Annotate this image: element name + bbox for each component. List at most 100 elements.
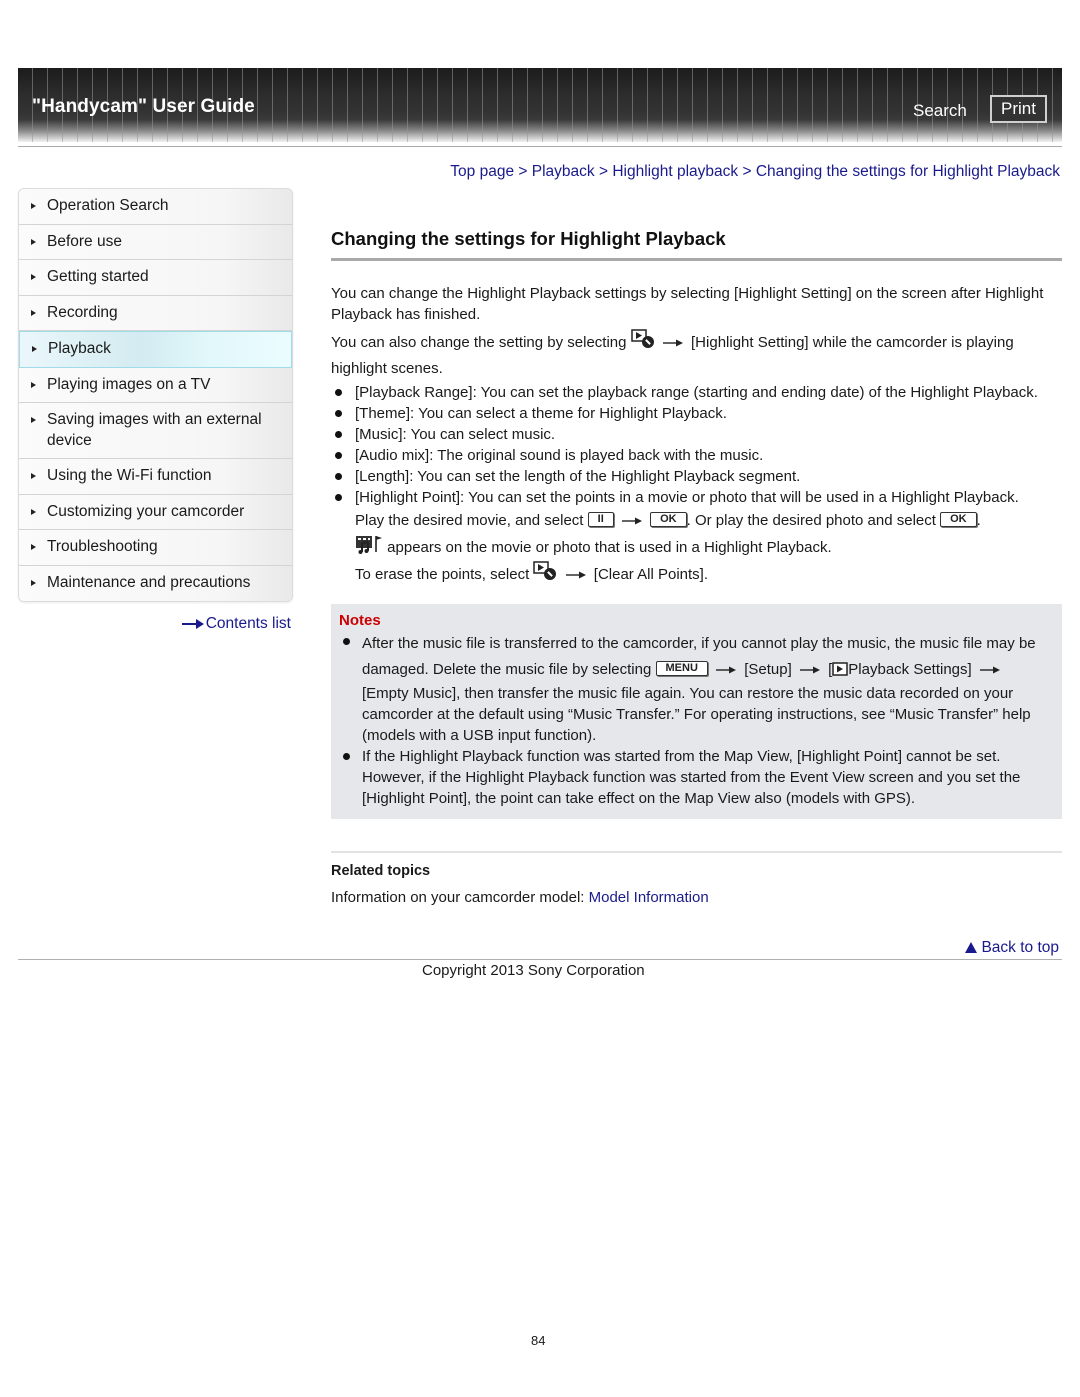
breadcrumb-top-page[interactable]: Top page — [450, 163, 514, 180]
sidebar-item-getting-started[interactable]: Getting started — [19, 260, 292, 296]
list-item-text: [Theme]: You can select a theme for High… — [355, 405, 727, 422]
list-item-text: [Music]: You can select music. — [355, 426, 556, 443]
list-item: [Theme]: You can select a theme for High… — [331, 403, 1062, 424]
step-text: . Or play the desired photo and select — [686, 512, 936, 529]
highlight-point-step-1: Play the desired movie, and select II OK… — [355, 508, 1062, 534]
back-to-top-label: Back to top — [981, 939, 1059, 956]
arrow-right-icon — [181, 618, 204, 629]
step-text: To erase the points, select — [355, 566, 530, 583]
breadcrumb-playback[interactable]: Playback — [532, 163, 595, 180]
sidebar-item-playback[interactable]: Playback — [19, 331, 292, 368]
page-title: Changing the settings for Highlight Play… — [331, 228, 726, 249]
list-item: [Highlight Point]: You can set the point… — [331, 487, 1062, 588]
sidebar-item-label: Customizing your camcorder — [47, 502, 245, 520]
back-to-top-link[interactable]: Back to top — [965, 939, 1059, 957]
sidebar-item-troubleshooting[interactable]: Troubleshooting — [19, 530, 292, 566]
list-item: [Music]: You can select music. — [331, 424, 1062, 445]
bullet-icon — [335, 473, 342, 480]
intro-paragraph-2: You can also change the setting by selec… — [331, 329, 1062, 382]
breadcrumb-separator: > — [598, 163, 609, 180]
related-topic-item: Information on your camcorder model: Mod… — [331, 887, 1062, 908]
triangle-right-icon — [31, 381, 36, 388]
pause-button-icon: II — [587, 512, 614, 527]
highlight-point-icon — [356, 536, 382, 554]
model-information-link[interactable]: Model Information — [589, 889, 709, 906]
note-item: If the Highlight Playback function was s… — [339, 746, 1054, 809]
related-prefix: Information on your camcorder model: — [331, 889, 585, 906]
sidebar-item-recording[interactable]: Recording — [19, 295, 292, 331]
list-item: [Length]: You can set the length of the … — [331, 466, 1062, 487]
playback-settings-icon — [533, 561, 557, 580]
list-item-text: [Audio mix]: The original sound is playe… — [355, 447, 764, 464]
note-text: Playback Settings] — [848, 661, 972, 678]
sidebar-item-before-use[interactable]: Before use — [19, 224, 292, 260]
list-item: [Audio mix]: The original sound is playe… — [331, 445, 1062, 466]
sidebar-item-label: Getting started — [47, 268, 149, 285]
step-text: . — [976, 512, 981, 529]
settings-list: [Playback Range]: You can set the playba… — [331, 382, 1062, 588]
ok-button-icon: OK — [940, 512, 977, 527]
triangle-up-icon — [965, 942, 978, 953]
header-banner: "Handycam" User Guide Search Print — [18, 68, 1062, 142]
bullet-icon — [343, 753, 350, 760]
footer-divider — [18, 959, 1062, 960]
right-arrow-icon — [662, 339, 683, 347]
header-divider — [18, 146, 1062, 147]
notes-box: Notes After the music file is transferre… — [331, 604, 1062, 819]
sidebar-item-playing-images-tv[interactable]: Playing images on a TV — [19, 367, 292, 403]
notes-title: Notes — [339, 612, 381, 629]
list-item-text: [Length]: You can set the length of the … — [355, 468, 801, 485]
triangle-right-icon — [31, 579, 36, 586]
note-item: After the music file is transferred to t… — [339, 631, 1054, 746]
contents-list-link[interactable]: Contents list — [181, 615, 291, 633]
sidebar-item-operation-search[interactable]: Operation Search — [19, 189, 292, 225]
sidebar-item-saving-images[interactable]: Saving images with an external device — [19, 403, 292, 459]
bullet-icon — [335, 494, 342, 501]
ok-button-icon: OK — [650, 512, 687, 527]
intro-paragraph: You can change the Highlight Playback se… — [331, 285, 1044, 323]
step-text: [Clear All Points]. — [593, 566, 708, 583]
right-arrow-icon — [716, 666, 737, 674]
right-arrow-icon — [979, 666, 1000, 674]
sidebar-item-label: Playing images on a TV — [47, 375, 211, 393]
bullet-icon — [343, 638, 350, 645]
list-item-text: [Playback Range]: You can set the playba… — [355, 384, 1038, 401]
sidebar-item-wifi[interactable]: Using the Wi-Fi function — [19, 459, 292, 495]
triangle-right-icon — [31, 309, 36, 316]
sidebar-item-label: Saving images with an external device — [47, 411, 262, 449]
sidebar-item-maintenance[interactable]: Maintenance and precautions — [19, 565, 292, 601]
triangle-right-icon — [31, 508, 36, 515]
related-topics-title: Related topics — [331, 863, 431, 879]
sidebar-item-label: Recording — [47, 303, 118, 321]
triangle-right-icon — [31, 203, 36, 209]
menu-button-icon: MENU — [655, 661, 708, 676]
list-item-text: [Highlight Point]: You can set the point… — [355, 489, 1019, 506]
sidebar-item-label: Maintenance and precautions — [47, 573, 251, 591]
breadcrumb: Top page > Playback > Highlight playback… — [450, 163, 1060, 181]
sidebar-item-label: Playback — [48, 340, 111, 357]
triangle-right-icon — [31, 238, 36, 245]
highlight-point-step-2: appears on the movie or photo that is us… — [355, 534, 1062, 561]
title-divider — [331, 258, 1062, 261]
search-link[interactable]: Search — [913, 101, 967, 121]
copyright-text: Copyright 2013 Sony Corporation — [422, 962, 645, 979]
sidebar-item-label: Before use — [47, 232, 122, 250]
main-content: Changing the settings for Highlight Play… — [331, 228, 1062, 908]
right-arrow-icon — [799, 666, 820, 674]
site-title: "Handycam" User Guide — [32, 96, 255, 117]
playback-settings-icon — [630, 329, 654, 348]
breadcrumb-highlight-playback[interactable]: Highlight playback — [612, 163, 738, 180]
print-button[interactable]: Print — [990, 95, 1047, 123]
bullet-icon — [335, 452, 342, 459]
list-item: [Playback Range]: You can set the playba… — [331, 382, 1062, 403]
note-text: [Setup] — [744, 661, 792, 678]
breadcrumb-current-page[interactable]: Changing the settings for Highlight Play… — [756, 163, 1060, 180]
sidebar-item-customizing[interactable]: Customizing your camcorder — [19, 494, 292, 530]
triangle-right-icon — [31, 417, 36, 423]
sidebar-item-label: Troubleshooting — [47, 538, 158, 555]
triangle-right-icon — [31, 274, 36, 280]
note-text: If the Highlight Playback function was s… — [362, 748, 1021, 807]
contents-list-label: Contents list — [205, 615, 291, 632]
sidebar-item-label: Operation Search — [47, 197, 169, 214]
sidebar-item-label: Using the Wi-Fi function — [47, 467, 212, 484]
